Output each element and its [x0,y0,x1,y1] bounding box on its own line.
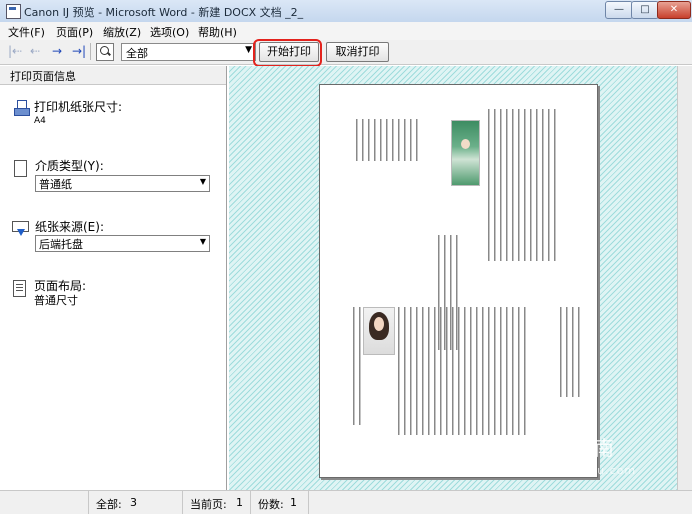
menu-page[interactable]: 页面(P) [56,24,93,40]
pages-select-value: 全部 [126,47,148,60]
menu-options[interactable]: 选项(O) [150,24,189,40]
highlight-annotation [253,39,322,67]
chevron-down-icon: ▼ [199,177,206,186]
close-button[interactable]: ✕ [657,1,691,19]
menu-bar: 文件(F) 页面(P) 缩放(Z) 选项(O) 帮助(H) [0,22,692,40]
last-page-icon[interactable]: →| [72,44,86,58]
menu-help[interactable]: 帮助(H) [198,24,237,40]
page-layout-value: 普通尺寸 [34,294,78,307]
text-block [488,109,558,261]
page-layout-icon [13,280,26,297]
text-block [353,307,362,425]
paper-size-label: 打印机纸张尺寸: [34,100,123,114]
text-block [356,119,418,161]
minimize-button[interactable]: — [605,1,633,19]
watermark-ring-icon [498,436,524,463]
cancel-print-button[interactable]: 取消打印 [326,42,389,62]
media-type-select[interactable]: 普通纸 ▼ [35,175,210,192]
panel-header: 打印页面信息 [0,66,226,85]
text-block [560,307,582,397]
paper-source-value: 后端托盘 [39,238,83,251]
next-page-icon[interactable]: → [52,44,62,58]
panel-title: 打印页面信息 [10,70,76,83]
maximize-button[interactable]: □ [631,1,659,19]
media-type-value: 普通纸 [39,178,72,191]
photo-thumbnail [451,120,480,186]
toolbar: |⇠ ⇠ → →| 全部 ▼ 开始打印 取消打印 [0,40,692,65]
paper-size-value: A4 [34,116,46,126]
first-page-icon[interactable]: |⇠ [8,44,22,58]
zoom-icon[interactable] [96,43,114,61]
watermark-text: 搜狗指南 [528,436,616,460]
page-preview [319,84,598,478]
photo-thumbnail [363,307,395,355]
printer-icon [14,100,30,116]
watermark-logo: 搜狗指南 [498,432,616,463]
paper-source-icon [12,221,29,236]
vertical-scrollbar[interactable] [677,66,692,490]
watermark-url: zhinan.sogou.com [520,464,637,477]
document-icon [14,160,27,177]
paper-source-select[interactable]: 后端托盘 ▼ [35,235,210,252]
pages-select[interactable]: 全部 ▼ [121,43,256,61]
status-cell [0,491,309,514]
window-title: Canon IJ 预览 - Microsoft Word - 新建 DOCX 文… [24,6,304,19]
menu-file[interactable]: 文件(F) [8,24,45,40]
paper-source-label: 纸张来源(E): [35,220,104,234]
previous-page-icon[interactable]: ⇠ [30,44,40,58]
title-bar: Canon IJ 预览 - Microsoft Word - 新建 DOCX 文… [0,0,692,23]
chevron-down-icon: ▼ [199,237,206,246]
app-icon [6,4,21,19]
toolbar-divider [90,43,91,60]
menu-zoom[interactable]: 缩放(Z) [103,24,141,40]
media-type-label: 介质类型(Y): [35,159,104,173]
chevron-down-icon: ▼ [245,45,252,55]
status-bar: 全部: 3 当前页: 1 份数: 1 [0,490,692,514]
print-info-panel: 打印页面信息 打印机纸张尺寸: A4 介质类型(Y): 普通纸 ▼ 纸张来源(E… [0,66,227,490]
text-block [398,307,530,435]
